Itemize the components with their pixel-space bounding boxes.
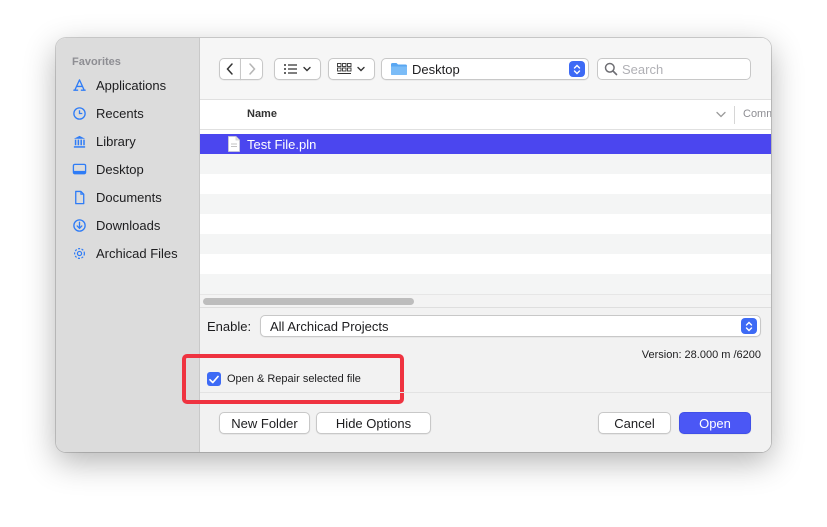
document-icon — [70, 188, 88, 206]
back-button[interactable] — [219, 58, 241, 80]
cancel-button[interactable]: Cancel — [598, 412, 671, 434]
forward-button[interactable] — [240, 58, 263, 80]
stepper-icon — [569, 61, 585, 77]
column-header-name[interactable]: Name — [247, 108, 277, 120]
table-row-empty — [200, 254, 771, 274]
search-input[interactable] — [622, 61, 742, 77]
enable-label: Enable: — [207, 319, 252, 334]
sidebar-item-label: Documents — [96, 189, 162, 205]
table-row-empty — [200, 234, 771, 254]
folder-icon — [391, 63, 407, 75]
grid-view-button[interactable] — [328, 58, 375, 80]
table-row-empty — [200, 194, 771, 214]
column-divider[interactable] — [734, 106, 735, 124]
sidebar-item-label: Recents — [96, 105, 144, 121]
sidebar-item-archicad-files[interactable]: Archicad Files — [70, 242, 178, 264]
open-button[interactable]: Open — [679, 412, 751, 434]
chevron-down-icon[interactable] — [716, 111, 726, 118]
table-row-empty — [200, 174, 771, 194]
open-file-dialog: Favorites Applications Recents Library D… — [56, 38, 771, 452]
main-panel: Desktop Name Comm — [182, 38, 771, 452]
table-row[interactable]: Test File.pln — [200, 134, 771, 154]
file-list: Test File.pln — [200, 134, 771, 294]
sidebar-item-label: Archicad Files — [96, 245, 178, 261]
search-icon — [604, 62, 618, 76]
table-row-empty — [200, 214, 771, 234]
location-select[interactable]: Desktop — [381, 58, 589, 80]
sidebar-item-desktop[interactable]: Desktop — [70, 158, 144, 180]
checkmark-icon — [209, 375, 219, 383]
sidebar-item-applications[interactable]: Applications — [70, 74, 166, 96]
table-row-empty — [200, 274, 771, 294]
table-row-empty — [200, 154, 771, 174]
list-view-icon — [283, 64, 311, 74]
list-view-button[interactable] — [274, 58, 321, 80]
sidebar-header: Favorites — [72, 56, 121, 68]
library-icon — [70, 132, 88, 150]
list-header: Name Comm — [200, 100, 771, 130]
toolbar: Desktop — [200, 38, 771, 100]
desktop-icon — [70, 160, 88, 178]
applications-icon — [70, 76, 88, 94]
sidebar-item-label: Applications — [96, 77, 167, 93]
footer-divider — [200, 392, 771, 393]
sidebar-item-documents[interactable]: Documents — [70, 186, 162, 208]
sidebar-item-recents[interactable]: Recents — [70, 102, 144, 124]
search-field[interactable] — [597, 58, 751, 80]
sidebar-item-label: Downloads — [96, 217, 161, 233]
sidebar-item-label: Library — [96, 133, 136, 149]
sidebar-item-label: Desktop — [96, 161, 144, 177]
clock-icon — [70, 104, 88, 122]
download-icon — [70, 216, 88, 234]
open-repair-checkbox[interactable] — [207, 372, 221, 386]
enable-select-value: All Archicad Projects — [270, 318, 389, 334]
chevron-right-icon — [248, 63, 256, 75]
open-repair-checkbox-row[interactable]: Open & Repair selected file — [207, 372, 361, 386]
chevron-left-icon — [226, 63, 233, 75]
horizontal-scrollbar[interactable] — [200, 294, 771, 307]
file-icon — [228, 136, 240, 152]
sidebar-item-library[interactable]: Library — [70, 130, 136, 152]
sidebar-item-downloads[interactable]: Downloads — [70, 214, 160, 236]
sidebar: Favorites Applications Recents Library D… — [56, 38, 200, 452]
gear-icon — [70, 244, 88, 262]
file-name: Test File.pln — [247, 136, 317, 152]
checkbox-label: Open & Repair selected file — [227, 373, 361, 385]
hide-options-button[interactable]: Hide Options — [316, 412, 431, 434]
enable-select[interactable]: All Archicad Projects — [260, 315, 761, 337]
stepper-icon — [741, 318, 757, 334]
new-folder-button[interactable]: New Folder — [219, 412, 310, 434]
grid-view-icon — [336, 63, 365, 74]
version-label: Version: 28.000 m /6200 — [641, 349, 761, 361]
scrollbar-thumb[interactable] — [203, 298, 414, 305]
location-label: Desktop — [412, 61, 460, 77]
column-header-comments[interactable]: Comm — [743, 108, 771, 120]
